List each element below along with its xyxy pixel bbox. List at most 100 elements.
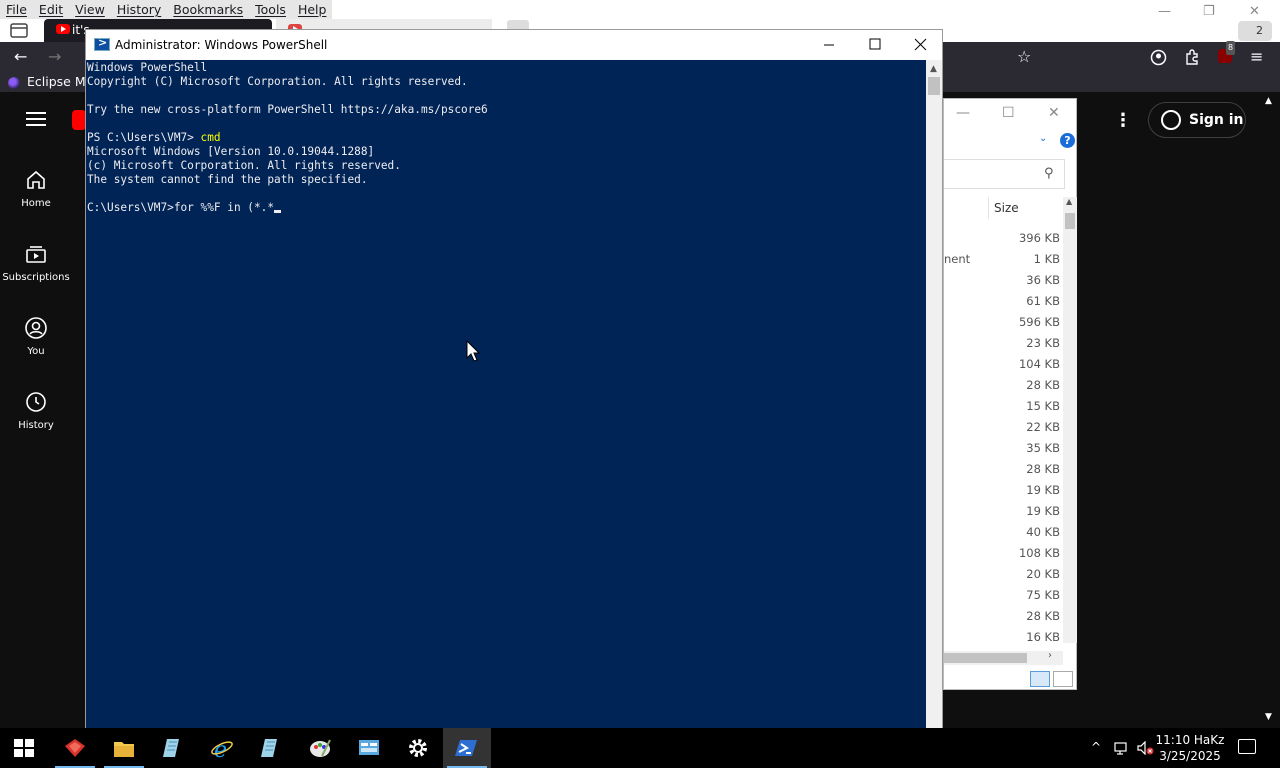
file-size-cell[interactable]: 28 KB: [1026, 609, 1060, 623]
tray-overflow-icon[interactable]: ^: [1091, 740, 1101, 754]
taskbar-settings[interactable]: [394, 728, 442, 768]
folder-icon: [114, 742, 134, 757]
explorer-horizontal-scrollbar[interactable]: ›: [944, 650, 1063, 665]
app-menu-icon[interactable]: ≡: [1250, 49, 1263, 65]
console-scrollbar[interactable]: ▲ ▼: [926, 60, 942, 750]
hamburger-menu-icon[interactable]: [26, 112, 46, 126]
ribbon-expand-icon[interactable]: ⌄: [1039, 133, 1047, 144]
you-icon: [25, 317, 47, 339]
hscroll-thumb[interactable]: [944, 653, 1027, 663]
console-scroll-thumb[interactable]: [928, 77, 940, 95]
scroll-up-icon[interactable]: ▲: [1066, 197, 1072, 206]
windows-logo-icon: [14, 739, 34, 757]
menu-view[interactable]: View: [69, 0, 111, 19]
menu-edit[interactable]: Edit: [33, 0, 69, 19]
close-button[interactable]: [898, 30, 944, 60]
taskbar-app-red[interactable]: [51, 728, 99, 768]
tab-count-button[interactable]: 2: [1238, 21, 1272, 41]
maximize-button[interactable]: [852, 30, 898, 60]
network-icon[interactable]: [1114, 741, 1130, 755]
explorer-minimize-icon[interactable]: —: [956, 105, 970, 121]
console-line: Try the new cross-platform PowerShell ht…: [87, 103, 488, 117]
back-icon[interactable]: ←: [14, 49, 27, 65]
start-button[interactable]: [0, 728, 48, 768]
taskbar-notepad-2[interactable]: [247, 728, 295, 768]
file-size-cell[interactable]: 61 KB: [1026, 294, 1060, 308]
history-icon: [26, 392, 46, 412]
powershell-titlebar[interactable]: Administrator: Windows PowerShell: [86, 30, 942, 60]
help-icon[interactable]: ?: [1060, 133, 1075, 148]
file-size-cell[interactable]: 16 KB: [1026, 630, 1060, 644]
file-size-cell[interactable]: 36 KB: [1026, 273, 1060, 287]
forward-icon[interactable]: →: [48, 49, 61, 65]
nav-history[interactable]: History: [0, 390, 72, 431]
menu-bookmarks[interactable]: Bookmarks: [167, 0, 249, 19]
console-line: Microsoft Windows [Version 10.0.19044.12…: [87, 145, 488, 159]
scroll-thumb[interactable]: [1065, 213, 1075, 229]
console-line: C:\Users\VM7>for %%F in (*.*: [87, 201, 488, 215]
scroll-right-icon[interactable]: ›: [1048, 650, 1052, 661]
taskbar-powershell[interactable]: [443, 728, 491, 768]
taskbar-internet-explorer[interactable]: e: [198, 728, 246, 768]
browser-restore-icon[interactable]: ❐: [1203, 4, 1215, 19]
file-size-cell[interactable]: 28 KB: [1026, 462, 1060, 476]
page-scroll-up-icon[interactable]: ▲: [1265, 96, 1272, 106]
file-size-cell[interactable]: 40 KB: [1026, 525, 1060, 539]
console-command: cmd: [200, 131, 221, 144]
notification-center-icon[interactable]: [1238, 739, 1256, 754]
explorer-vertical-scrollbar[interactable]: ▲ ▼: [1063, 197, 1077, 742]
menu-help[interactable]: Help: [292, 0, 333, 19]
menu-history[interactable]: History: [111, 0, 167, 19]
file-size-cell[interactable]: 23 KB: [1026, 336, 1060, 350]
file-size-cell[interactable]: 35 KB: [1026, 441, 1060, 455]
file-size-cell[interactable]: 19 KB: [1026, 483, 1060, 497]
nav-home[interactable]: Home: [0, 168, 72, 209]
system-clock[interactable]: 11:10 HaKz 3/25/2025: [1150, 732, 1230, 764]
taskbar-paint[interactable]: [296, 728, 344, 768]
minimize-button[interactable]: [806, 30, 852, 60]
youtube-logo-icon[interactable]: [72, 110, 86, 130]
file-size-cell[interactable]: 75 KB: [1026, 588, 1060, 602]
file-size-cell[interactable]: 28 KB: [1026, 378, 1060, 392]
file-size-cell[interactable]: 19 KB: [1026, 504, 1060, 518]
search-icon: ⚲: [1044, 166, 1054, 181]
explorer-search-box[interactable]: ⚲: [944, 159, 1065, 189]
taskbar-control-panel[interactable]: [345, 728, 393, 768]
page-scroll-down-icon[interactable]: ▼: [1265, 712, 1272, 722]
taskbar: e ^ 11:10 HaKz 3/25/2025: [0, 728, 1280, 768]
column-header-size[interactable]: Size: [994, 201, 1019, 215]
file-size-cell[interactable]: 20 KB: [1026, 567, 1060, 581]
details-view-button[interactable]: [1030, 671, 1050, 687]
browser-close-icon[interactable]: ✕: [1249, 4, 1260, 19]
extensions-icon[interactable]: [1184, 49, 1200, 65]
nav-subscriptions[interactable]: Subscriptions: [0, 242, 72, 283]
file-size-cell[interactable]: 1 KB: [1034, 252, 1060, 266]
console-scroll-up-icon[interactable]: ▲: [930, 64, 937, 74]
taskbar-notepad[interactable]: [149, 728, 197, 768]
ublock-icon[interactable]: 8: [1218, 41, 1236, 63]
file-size-cell[interactable]: 22 KB: [1026, 420, 1060, 434]
menu-tools[interactable]: Tools: [249, 0, 292, 19]
explorer-close-icon[interactable]: ✕: [1048, 105, 1060, 121]
sign-in-button[interactable]: Sign in: [1148, 102, 1246, 138]
console-output-text: The system cannot find the path specifie…: [87, 173, 368, 186]
account-icon[interactable]: [1150, 49, 1167, 66]
console-area[interactable]: Windows PowerShell Copyright (C) Microsof…: [86, 60, 926, 750]
large-icons-view-button[interactable]: [1053, 671, 1073, 687]
taskbar-file-explorer[interactable]: [100, 728, 148, 768]
tab-list-icon[interactable]: [8, 19, 30, 41]
browser-minimize-icon[interactable]: —: [1158, 4, 1171, 19]
console-input-line: C:\Users\VM7>for %%F in (*.*: [87, 201, 275, 214]
menu-file[interactable]: File: [0, 0, 33, 19]
file-size-cell[interactable]: 396 KB: [1019, 231, 1060, 245]
file-size-cell[interactable]: 15 KB: [1026, 399, 1060, 413]
bookmark-star-icon[interactable]: ☆: [1017, 49, 1031, 65]
file-size-cell[interactable]: 108 KB: [1019, 546, 1060, 560]
file-size-cell[interactable]: 596 KB: [1019, 315, 1060, 329]
more-options-icon[interactable]: ⋮: [1114, 110, 1132, 131]
window-title: Administrator: Windows PowerShell: [115, 38, 328, 52]
explorer-maximize-icon[interactable]: ☐: [1002, 105, 1015, 121]
control-panel-icon: [359, 740, 379, 755]
file-size-cell[interactable]: 104 KB: [1019, 357, 1060, 371]
nav-you[interactable]: You: [0, 316, 72, 357]
